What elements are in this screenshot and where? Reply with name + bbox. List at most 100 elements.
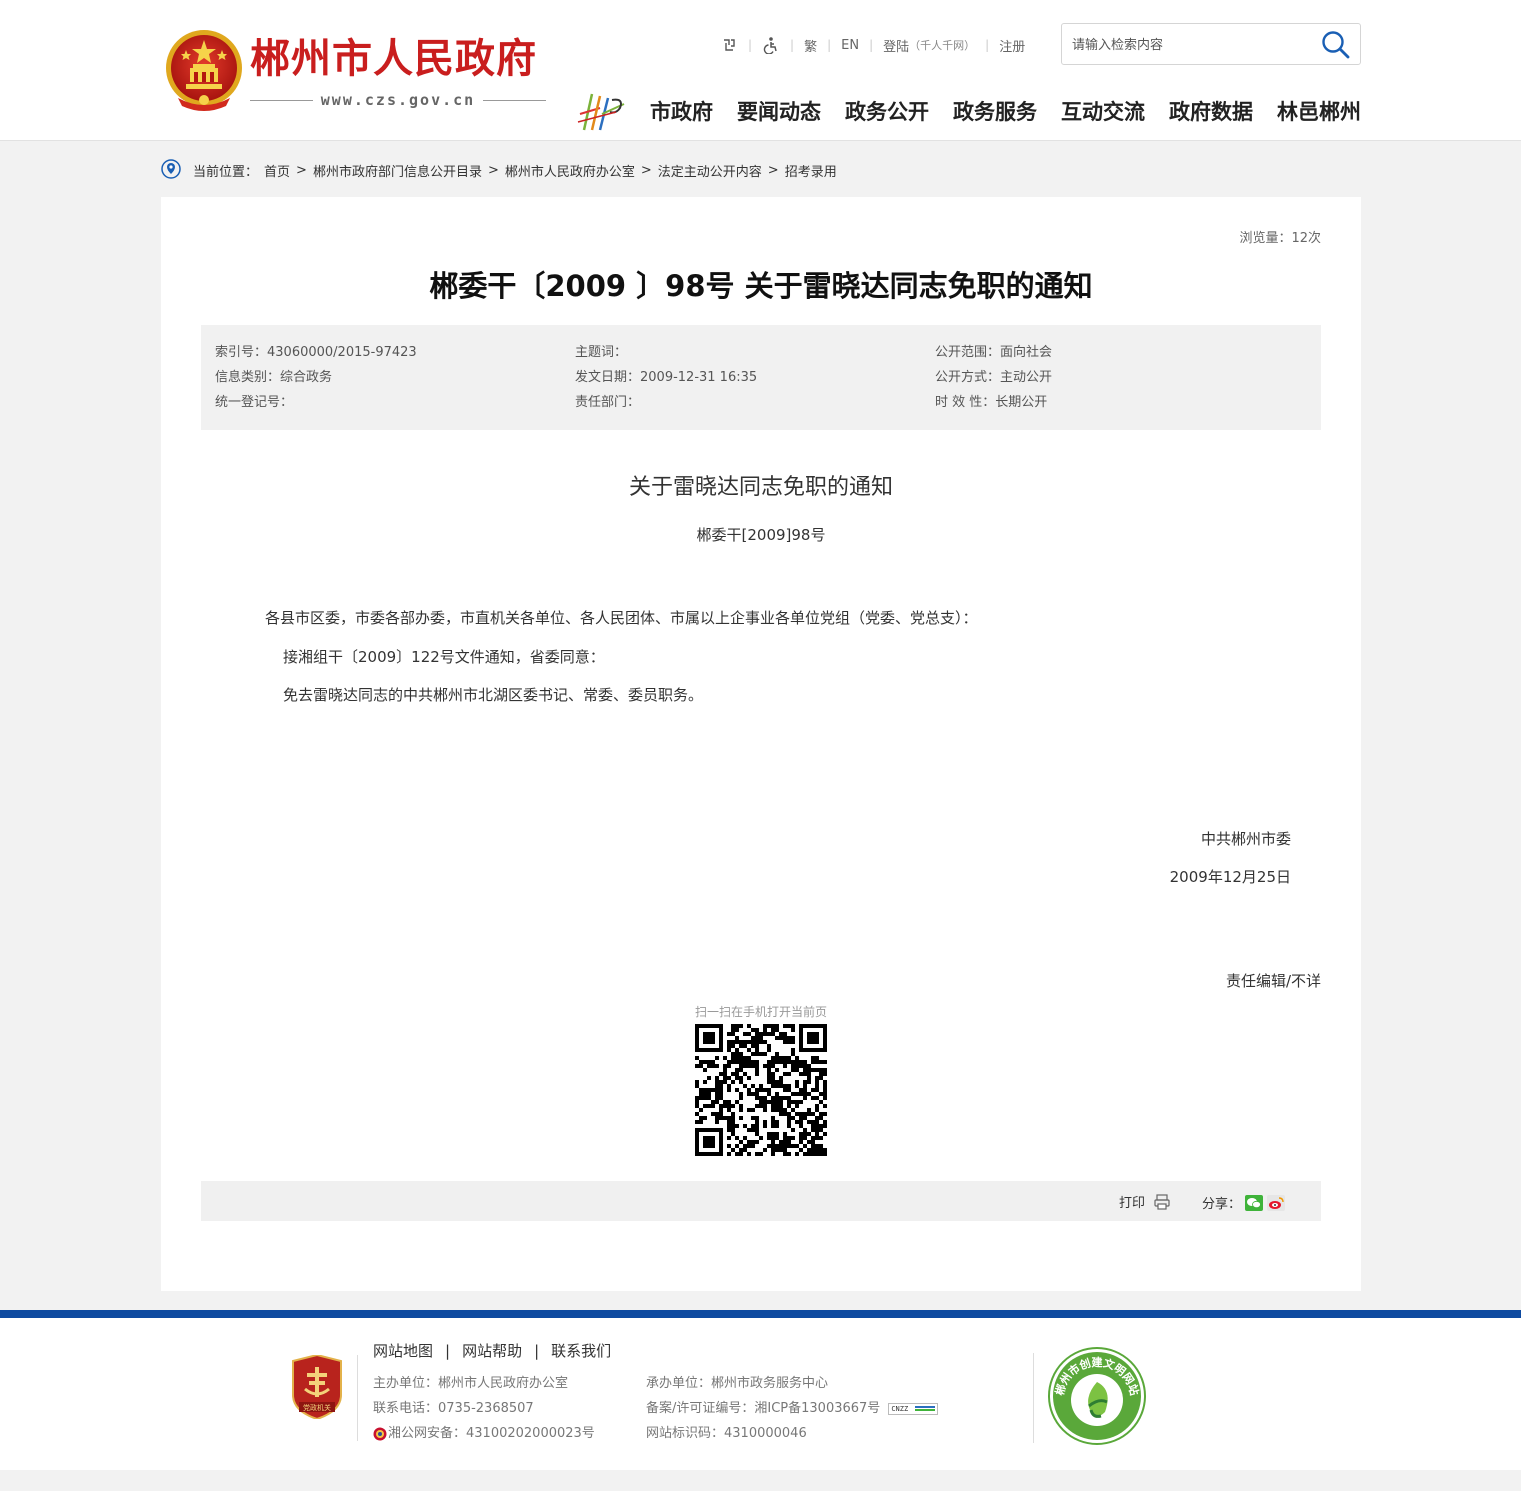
meta-department: 责任部门： — [575, 395, 641, 410]
footer-links: 网站地图 | 网站帮助 | 联系我们 — [373, 1340, 611, 1361]
article-paragraph: 免去雷晓达同志的中共郴州市北湖区委书记、常委、委员职务。 — [283, 686, 704, 704]
separator: | — [869, 38, 874, 52]
meta-registration-number: 统一登记号： — [215, 395, 294, 410]
breadcrumb-recruitment[interactable]: 招考录用 — [785, 161, 837, 180]
location-pin-icon — [161, 159, 181, 179]
footer-site-id: 网站标识码：4310000046 — [646, 1426, 807, 1441]
search-box — [1061, 23, 1361, 65]
separator: | — [748, 38, 753, 52]
print-label: 打印 — [1118, 1196, 1145, 1211]
qr-code-icon — [695, 1024, 827, 1156]
signature-date: 2009年12月25日 — [1169, 868, 1291, 886]
footer-sponsor: 主办单位：郴州市人民政府办公室 — [373, 1376, 569, 1391]
footer-police-record[interactable]: 湘公网安备：43100202000023号 — [373, 1421, 595, 1446]
footer-phone: 联系电话：0735-2368507 — [373, 1401, 534, 1416]
separator: | — [985, 38, 990, 52]
cnzz-badge-text: CNZZ — [891, 1404, 909, 1413]
nav-item-interaction[interactable]: 互动交流 — [1049, 96, 1157, 128]
breadcrumb-government-office[interactable]: 郴州市人民政府办公室 — [505, 161, 635, 180]
footer-info-right: 承办单位：郴州市政务服务中心 备案/许可证编号：湘ICP备13003667号 C… — [646, 1371, 939, 1446]
meta-scope: 公开范围：面向社会 — [935, 345, 1053, 360]
print-button[interactable]: 打印 — [1119, 1192, 1171, 1211]
register-link[interactable]: 注册 — [999, 36, 1025, 55]
footer-icp-text: 备案/许可证编号：湘ICP备13003667号 — [646, 1401, 881, 1416]
footer-link-contact[interactable]: 联系我们 — [551, 1340, 611, 1361]
breadcrumb-separator: > — [296, 162, 307, 178]
page-title: 郴委干〔2009 〕98号 关于雷晓达同志免职的通知 — [429, 269, 1093, 303]
accessibility-icon[interactable] — [762, 36, 780, 54]
site-url: www.czs.gov.cn — [250, 89, 546, 111]
elderly-mode-icon[interactable] — [720, 36, 738, 54]
main-nav: 市政府 要闻动态 政务公开 政务服务 互动交流 政府数据 林邑郴州 — [638, 96, 1361, 128]
responsible-editor: 责任编辑/不详 — [1225, 972, 1321, 990]
cnzz-badge-icon[interactable]: CNZZ — [888, 1402, 939, 1415]
breadcrumb-separator: > — [767, 162, 779, 178]
article-document-number: 郴委干[2009]98号 — [696, 526, 826, 544]
separator: | — [790, 38, 795, 52]
share-group: 分享： — [1202, 1193, 1285, 1212]
site-header: 郴州市人民政府 www.czs.gov.cn | | 繁 | EN | 登陆 （… — [0, 0, 1521, 141]
login-link[interactable]: 登陆 — [883, 36, 909, 55]
printer-icon — [1154, 1193, 1170, 1210]
article-paragraph: 各县市区委，市委各部办委，市直机关各单位、各人民团体、市属以上企事业各单位党组（… — [265, 609, 978, 627]
meta-issue-date: 发文日期：2009-12-31 16:35 — [575, 370, 758, 385]
meta-disclosure-mode: 公开方式：主动公开 — [935, 370, 1053, 385]
breadcrumb-separator: > — [640, 162, 652, 178]
breadcrumb-home[interactable]: 首页 — [264, 161, 290, 180]
qr-caption: 扫一扫在手机打开当前页 — [694, 1005, 827, 1019]
top-links: | | 繁 | EN | 登陆 （千人千网） | 注册 — [720, 34, 1025, 56]
footer-police-record-text: 湘公网安备：43100202000023号 — [388, 1426, 595, 1441]
article-heading: 关于雷晓达同志免职的通知 — [628, 475, 893, 500]
nav-item-linyi-chenzhou[interactable]: 林邑郴州 — [1265, 96, 1361, 128]
url-rule-right — [483, 99, 546, 101]
nav-item-government-data[interactable]: 政府数据 — [1157, 96, 1265, 128]
wechat-share-icon[interactable] — [1245, 1194, 1263, 1211]
english-link[interactable]: EN — [841, 38, 859, 53]
article-body: 各县市区委，市委各部办委，市直机关各单位、各人民团体、市属以上企事业各单位党组（… — [265, 599, 1265, 715]
share-label: 分享： — [1201, 1197, 1241, 1212]
article-paragraph: 接湘组干〔2009〕122号文件通知，省委同意： — [283, 647, 605, 666]
nav-item-government-services[interactable]: 政务服务 — [941, 96, 1049, 128]
breadcrumb: 当前位置： 首页 > 郴州市政府部门信息公开目录 > 郴州市人民政府办公室 > … — [161, 158, 837, 182]
police-badge-icon — [373, 1427, 387, 1440]
site-url-text: www.czs.gov.cn — [320, 91, 476, 109]
nav-item-city-government[interactable]: 市政府 — [638, 96, 725, 128]
footer-link-sitemap[interactable]: 网站地图 — [373, 1340, 433, 1361]
login-subtitle: （千人千网） — [909, 39, 976, 52]
footer-info-left: 主办单位：郴州市人民政府办公室 联系电话：0735-2368507 湘公网安备：… — [373, 1371, 595, 1446]
breadcrumb-separator: > — [487, 162, 499, 178]
footer-divider — [357, 1355, 358, 1441]
national-emblem-icon[interactable] — [164, 28, 244, 112]
footer-divider — [1033, 1353, 1034, 1443]
weibo-share-icon[interactable] — [1267, 1194, 1285, 1211]
separator: | — [534, 1341, 540, 1360]
view-count: 浏览量：12次 — [1239, 231, 1321, 246]
meta-validity: 时 效 性：长期公开 — [935, 395, 1048, 410]
footer-accent-bar — [0, 1310, 1521, 1318]
nav-item-government-disclosure[interactable]: 政务公开 — [833, 96, 941, 128]
article-toolbar: 打印 分享： — [201, 1181, 1321, 1221]
breadcrumb-department-catalog[interactable]: 郴州市政府部门信息公开目录 — [313, 161, 482, 180]
footer-link-help[interactable]: 网站帮助 — [462, 1340, 522, 1361]
search-icon[interactable] — [1320, 29, 1352, 61]
cnzz-bar-blue — [915, 1405, 936, 1408]
site-title[interactable]: 郴州市人民政府 — [250, 34, 537, 84]
meta-keywords: 主题词： — [575, 345, 628, 360]
traditional-chinese-link[interactable]: 繁 — [804, 36, 817, 55]
cnzz-bar-green — [915, 1408, 936, 1411]
party-government-badge-icon[interactable]: 党政机关 — [289, 1355, 345, 1419]
article-card: 浏览量：12次 郴委干〔2009 〕98号 关于雷晓达同志免职的通知 索引号：4… — [161, 197, 1361, 1291]
nav-item-news[interactable]: 要闻动态 — [725, 96, 833, 128]
meta-category: 信息类别：综合政务 — [215, 370, 333, 385]
footer-operator: 承办单位：郴州市政务服务中心 — [646, 1376, 829, 1391]
breadcrumb-statutory-disclosure[interactable]: 法定主动公开内容 — [658, 161, 762, 180]
meta-index-number: 索引号：43060000/2015-97423 — [215, 345, 417, 360]
url-rule-left — [250, 99, 313, 101]
civilized-website-badge-icon[interactable]: 郴州市创建文明网站 — [1047, 1346, 1147, 1446]
footer-icp[interactable]: 备案/许可证编号：湘ICP备13003667号 CNZZ — [646, 1396, 939, 1421]
page-bottom-strip — [0, 1470, 1521, 1491]
linyi-chenzhou-logo-icon[interactable] — [576, 90, 628, 132]
separator: | — [827, 38, 832, 52]
site-footer: 党政机关 网站地图 | 网站帮助 | 联系我们 主办单位：郴州市人民政府办公室 … — [0, 1318, 1521, 1470]
search-input[interactable] — [1072, 34, 1312, 56]
